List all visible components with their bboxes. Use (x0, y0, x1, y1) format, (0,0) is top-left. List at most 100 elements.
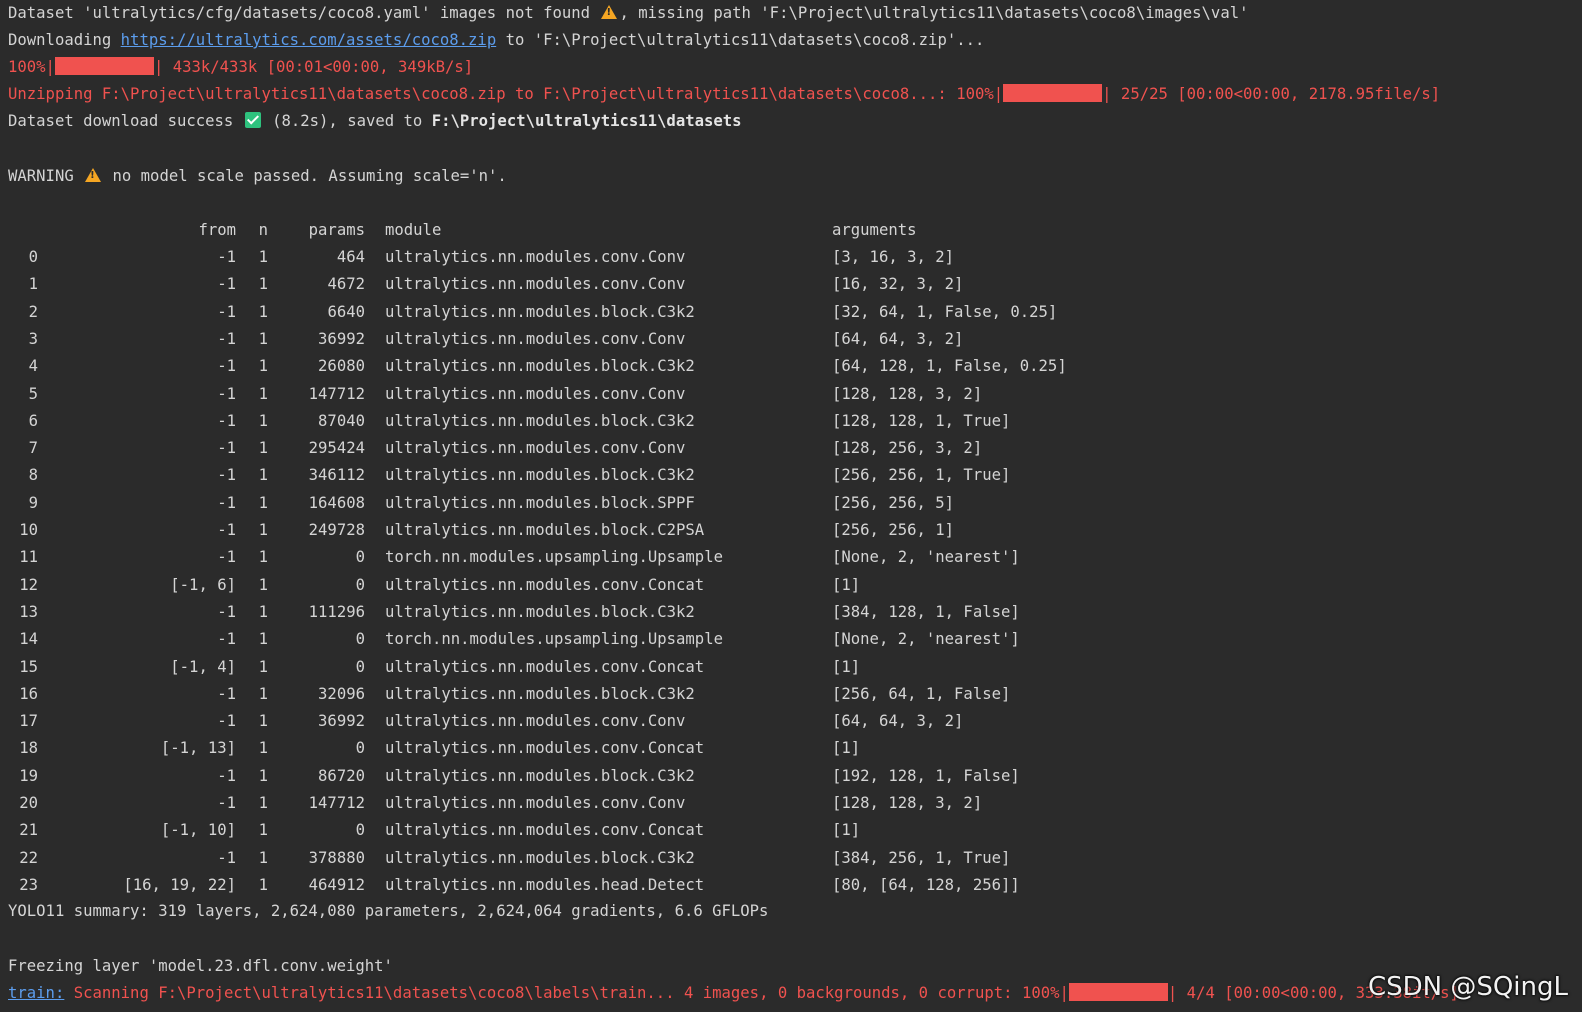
row-index: 10 (19, 521, 38, 539)
train-tag[interactable]: train: (8, 984, 64, 1002)
table-row: 3 -1 1 36992 ultralytics.nn.modules.conv.Con… (8, 326, 1208, 353)
row-params: 295424 (308, 439, 365, 457)
row-n: 1 (258, 576, 268, 594)
download-link[interactable]: https://ultralytics.com/assets/coco8.zip (121, 31, 497, 49)
row-arguments: [1] (832, 739, 861, 757)
table-row: 12 [-1, 6] 1 0 ultralytics.nn.modules.conv.C… (8, 572, 1208, 599)
row-arguments: [384, 256, 1, True] (832, 849, 1011, 867)
csdn-watermark: CSDN @SQingL (1367, 972, 1568, 1002)
row-arguments: [80, [64, 128, 256]] (832, 876, 1020, 894)
row-index: 19 (19, 767, 38, 785)
saved-path: F:\Project\ultralytics11\datasets (431, 112, 742, 130)
log-text: Unzipping F:\Project\ultralytics11\datas… (8, 85, 1004, 103)
row-index: 16 (19, 685, 38, 703)
log-text: | 433k/433k [00:01<00:00, 349kB/s] (153, 58, 474, 76)
row-n: 1 (258, 385, 268, 403)
row-arguments: [256, 256, 1] (832, 521, 955, 539)
row-module: ultralytics.nn.modules.conv.Concat (385, 739, 705, 757)
row-params: 464912 (308, 876, 365, 894)
row-arguments: [32, 64, 1, False, 0.25] (832, 303, 1058, 321)
log-text: to 'F:\Project\ultralytics11\datasets\co… (496, 31, 985, 49)
row-n: 1 (258, 739, 268, 757)
row-arguments: [None, 2, 'nearest'] (832, 548, 1020, 566)
row-params: 249728 (308, 521, 365, 539)
row-params: 111296 (308, 603, 365, 621)
row-module: ultralytics.nn.modules.conv.Conv (385, 794, 686, 812)
progress-bar (54, 57, 154, 75)
row-from: -1 (217, 248, 236, 266)
header-module: module (385, 221, 442, 239)
row-index: 5 (28, 385, 38, 403)
table-row: 0 -1 1 464 ultralytics.nn.modules.conv.Conv [… (8, 244, 1208, 271)
row-module: torch.nn.modules.upsampling.Upsample (385, 630, 723, 648)
row-module: ultralytics.nn.modules.conv.Conv (385, 248, 686, 266)
row-params: 6640 (327, 303, 365, 321)
warning-icon (601, 5, 618, 19)
row-arguments: [64, 128, 1, False, 0.25] (832, 357, 1067, 375)
row-module: ultralytics.nn.modules.head.Detect (385, 876, 705, 894)
row-params: 0 (355, 548, 365, 566)
row-index: 2 (28, 303, 38, 321)
check-icon (244, 112, 261, 128)
table-header: from n params module arguments (8, 217, 1208, 244)
row-from: -1 (217, 767, 236, 785)
row-from: [-1, 6] (170, 576, 236, 594)
row-n: 1 (258, 712, 268, 730)
log-line-warning: WARNING no model scale passed. Assuming … (8, 163, 507, 190)
row-params: 164608 (308, 494, 365, 512)
row-from: -1 (217, 385, 236, 403)
row-arguments: [128, 128, 3, 2] (832, 385, 983, 403)
row-module: ultralytics.nn.modules.block.C3k2 (385, 466, 695, 484)
table-row: 8 -1 1 346112 ultralytics.nn.modules.block.C… (8, 462, 1208, 489)
row-arguments: [3, 16, 3, 2] (832, 248, 955, 266)
row-n: 1 (258, 548, 268, 566)
row-from: -1 (217, 794, 236, 812)
row-params: 0 (355, 821, 365, 839)
row-index: 12 (19, 576, 38, 594)
row-params: 36992 (318, 712, 365, 730)
row-n: 1 (258, 357, 268, 375)
freezing-layer-line: Freezing layer 'model.23.dfl.conv.weight… (8, 957, 393, 975)
table-row: 19 -1 1 86720 ultralytics.nn.modules.block.C… (8, 763, 1208, 790)
terminal-output[interactable]: Dataset 'ultralytics/cfg/datasets/coco8.… (8, 0, 1582, 1012)
log-line-downloading: Downloading https://ultralytics.com/asse… (8, 27, 984, 54)
row-index: 1 (28, 275, 38, 293)
table-row: 14 -1 1 0 torch.nn.modules.upsampling.Upsamp… (8, 626, 1208, 653)
row-arguments: [None, 2, 'nearest'] (832, 630, 1020, 648)
row-index: 7 (28, 439, 38, 457)
row-params: 86720 (318, 767, 365, 785)
log-line-unzipping: Unzipping F:\Project\ultralytics11\datas… (8, 81, 1440, 108)
row-n: 1 (258, 439, 268, 457)
header-arguments: arguments (832, 221, 917, 239)
table-row: 21 [-1, 10] 1 0 ultralytics.nn.modules.conv.… (8, 817, 1208, 844)
row-arguments: [64, 64, 3, 2] (832, 330, 964, 348)
row-module: ultralytics.nn.modules.block.C3k2 (385, 685, 695, 703)
row-from: -1 (217, 330, 236, 348)
table-row: 5 -1 1 147712 ultralytics.nn.modules.conv.Co… (8, 381, 1208, 408)
row-module: ultralytics.nn.modules.conv.Conv (385, 275, 686, 293)
row-n: 1 (258, 794, 268, 812)
row-from: [-1, 13] (160, 739, 236, 757)
header-from: from (198, 221, 236, 239)
row-n: 1 (258, 466, 268, 484)
row-from: -1 (217, 466, 236, 484)
row-index: 14 (19, 630, 38, 648)
row-module: ultralytics.nn.modules.block.SPPF (385, 494, 695, 512)
row-arguments: [128, 128, 3, 2] (832, 794, 983, 812)
log-text: Dataset 'ultralytics/cfg/datasets/coco8.… (8, 4, 600, 22)
row-from: -1 (217, 275, 236, 293)
log-line-train-scan: train: Scanning F:\Project\ultralytics11… (8, 980, 1459, 1007)
row-index: 3 (28, 330, 38, 348)
table-row: 15 [-1, 4] 1 0 ultralytics.nn.modules.conv.C… (8, 654, 1208, 681)
row-module: ultralytics.nn.modules.conv.Concat (385, 658, 705, 676)
row-index: 20 (19, 794, 38, 812)
row-arguments: [192, 128, 1, False] (832, 767, 1020, 785)
log-text: | 25/25 [00:00<00:00, 2178.95file/s] (1102, 85, 1441, 103)
row-module: ultralytics.nn.modules.conv.Concat (385, 576, 705, 594)
row-arguments: [128, 256, 3, 2] (832, 439, 983, 457)
row-n: 1 (258, 821, 268, 839)
log-text: Dataset download success (8, 112, 243, 130)
row-n: 1 (258, 303, 268, 321)
log-text: no model scale passed. Assuming scale='n… (103, 167, 507, 185)
table-row: 2 -1 1 6640 ultralytics.nn.modules.block.C3k… (8, 299, 1208, 326)
